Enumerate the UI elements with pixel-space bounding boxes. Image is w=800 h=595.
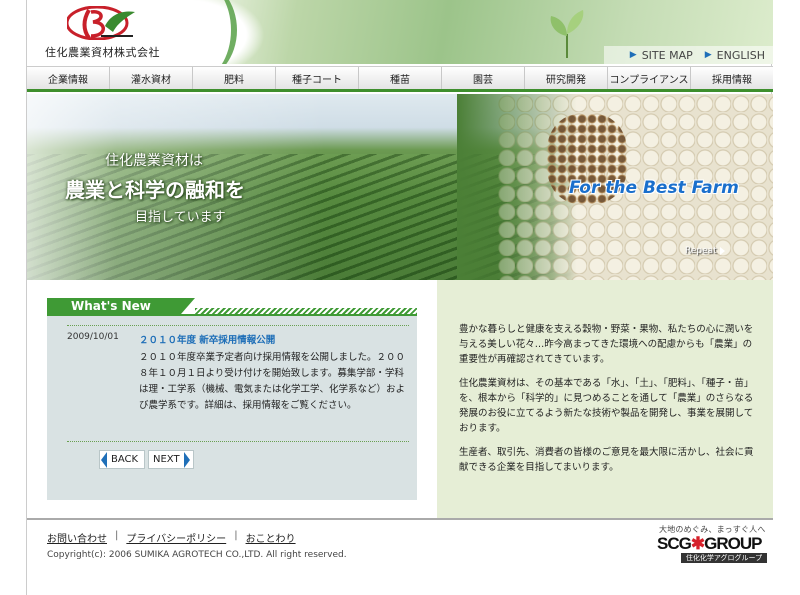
- nav-item-research[interactable]: 研究開発: [525, 67, 608, 89]
- arrow-left-icon: [101, 451, 107, 468]
- header: 住化農業資材株式会社 ▶ SITE MAP ▶ ENGLISH: [27, 0, 773, 64]
- repeat-button[interactable]: Repeat: [685, 246, 725, 256]
- news-date: 2009/10/01: [67, 332, 119, 342]
- page: 住化農業資材株式会社 ▶ SITE MAP ▶ ENGLISH 企業情報 灌水資材 …: [26, 0, 773, 595]
- company-name: 住化農業資材株式会社: [45, 46, 160, 59]
- privacy-policy-link[interactable]: プライバシーポリシー: [126, 530, 226, 545]
- english-label: ENGLISH: [716, 48, 765, 62]
- header-arc: [157, 0, 237, 64]
- whats-new-panel: What's New 2009/10/01 ２０１０年度 新卒採用情報公開 ２０…: [47, 298, 417, 500]
- divider: [67, 441, 409, 442]
- nav-item-fertilizer[interactable]: 肥料: [193, 67, 276, 89]
- whats-new-heading: What's New: [47, 298, 195, 314]
- footer: お問い合わせ | プライバシーポリシー | おことわり Copyright(c)…: [27, 518, 773, 595]
- nav-item-seed-coat[interactable]: 種子コート: [276, 67, 359, 89]
- hero-line3: 目指しています: [135, 210, 226, 225]
- next-button[interactable]: NEXT: [148, 450, 194, 469]
- intro-paragraph-2: 住化農業資材は、その基本である「水」、「土」、「肥料」、「種子・苗」を、根本から…: [459, 378, 754, 434]
- arrow-right-icon: ▶: [704, 50, 712, 60]
- arrow-right-icon: ▶: [629, 50, 637, 60]
- nav-item-horticulture[interactable]: 園芸: [442, 67, 525, 89]
- back-label: BACK: [111, 454, 139, 465]
- site-map-link[interactable]: ▶ SITE MAP: [630, 46, 693, 64]
- scg-logo-text: SCG✱GROUP: [655, 535, 771, 553]
- back-button[interactable]: BACK: [99, 450, 145, 469]
- star-icon: ✱: [690, 534, 705, 553]
- divider: [67, 325, 409, 326]
- disclaimer-link[interactable]: おことわり: [246, 530, 296, 545]
- news-header: What's New: [47, 298, 417, 316]
- company-logo[interactable]: [67, 6, 137, 40]
- play-icon: [719, 247, 725, 255]
- scg-subtitle: 住化化学アグログループ: [681, 553, 767, 563]
- hero-line1: 住化農業資材は: [105, 153, 203, 169]
- hero-banner: 住化農業資材は 農業と科学の融和を 目指しています For the Best F…: [27, 94, 773, 280]
- left-column: What's New 2009/10/01 ２０１０年度 新卒採用情報公開 ２０…: [27, 280, 437, 518]
- content: What's New 2009/10/01 ２０１０年度 新卒採用情報公開 ２０…: [27, 280, 773, 518]
- nav-item-recruit[interactable]: 採用情報: [691, 67, 773, 89]
- nav-item-company[interactable]: 企業情報: [27, 67, 110, 89]
- separator: |: [115, 530, 119, 541]
- news-underline: [47, 314, 417, 316]
- contact-link[interactable]: お問い合わせ: [47, 530, 107, 545]
- news-body: ２０１０年度卒業予定者向け採用情報を公開しました。２００８年１０月１日より受け付…: [139, 352, 406, 411]
- nav-item-compliance[interactable]: コンプライアンス: [608, 67, 691, 89]
- copyright: Copyright(c): 2006 SUMIKA AGROTECH CO.,L…: [47, 550, 347, 560]
- intro-text: 豊かな暮らしと健康を支える穀物・野菜・果物、私たちの心に潤いを与える美しい花々……: [459, 322, 759, 484]
- nav-item-seedlings[interactable]: 種苗: [359, 67, 442, 89]
- separator: |: [234, 530, 238, 541]
- repeat-label: Repeat: [685, 246, 717, 256]
- intro-panel: 豊かな暮らしと健康を支える穀物・野菜・果物、私たちの心に潤いを与える美しい花々……: [437, 280, 773, 518]
- scg-logo-left: SCG: [657, 534, 692, 553]
- hero-slogan: For the Best Farm: [569, 178, 739, 198]
- intro-paragraph-3: 生産者、取引先、消費者の皆様のご意見を最大限に活かし、社会に貢献できる企業を目指…: [459, 447, 754, 473]
- english-link[interactable]: ▶ ENGLISH: [705, 46, 765, 64]
- arrow-right-icon: [183, 451, 190, 468]
- site-map-label: SITE MAP: [641, 48, 693, 62]
- nav-item-irrigation[interactable]: 灌水資材: [110, 67, 193, 89]
- intro-paragraph-1: 豊かな暮らしと健康を支える穀物・野菜・果物、私たちの心に潤いを与える美しい花々……: [459, 324, 754, 365]
- footer-links: お問い合わせ | プライバシーポリシー | おことわり: [47, 530, 296, 545]
- sprout-icon: [550, 10, 584, 58]
- main-nav: 企業情報 灌水資材 肥料 種子コート 種苗 園芸 研究開発 コンプライアンス 採…: [27, 66, 773, 92]
- next-label: NEXT: [153, 454, 180, 465]
- news-title-link[interactable]: ２０１０年度 新卒採用情報公開: [139, 332, 275, 346]
- top-links: ▶ SITE MAP ▶ ENGLISH: [603, 46, 773, 64]
- scg-group-logo[interactable]: 大地のめぐみ、まっすぐ人へ SCG✱GROUP 住化化学アグログループ: [655, 524, 771, 564]
- scg-logo-right: GROUP: [704, 534, 762, 553]
- hero-line2: 農業と科学の融和を: [65, 178, 245, 202]
